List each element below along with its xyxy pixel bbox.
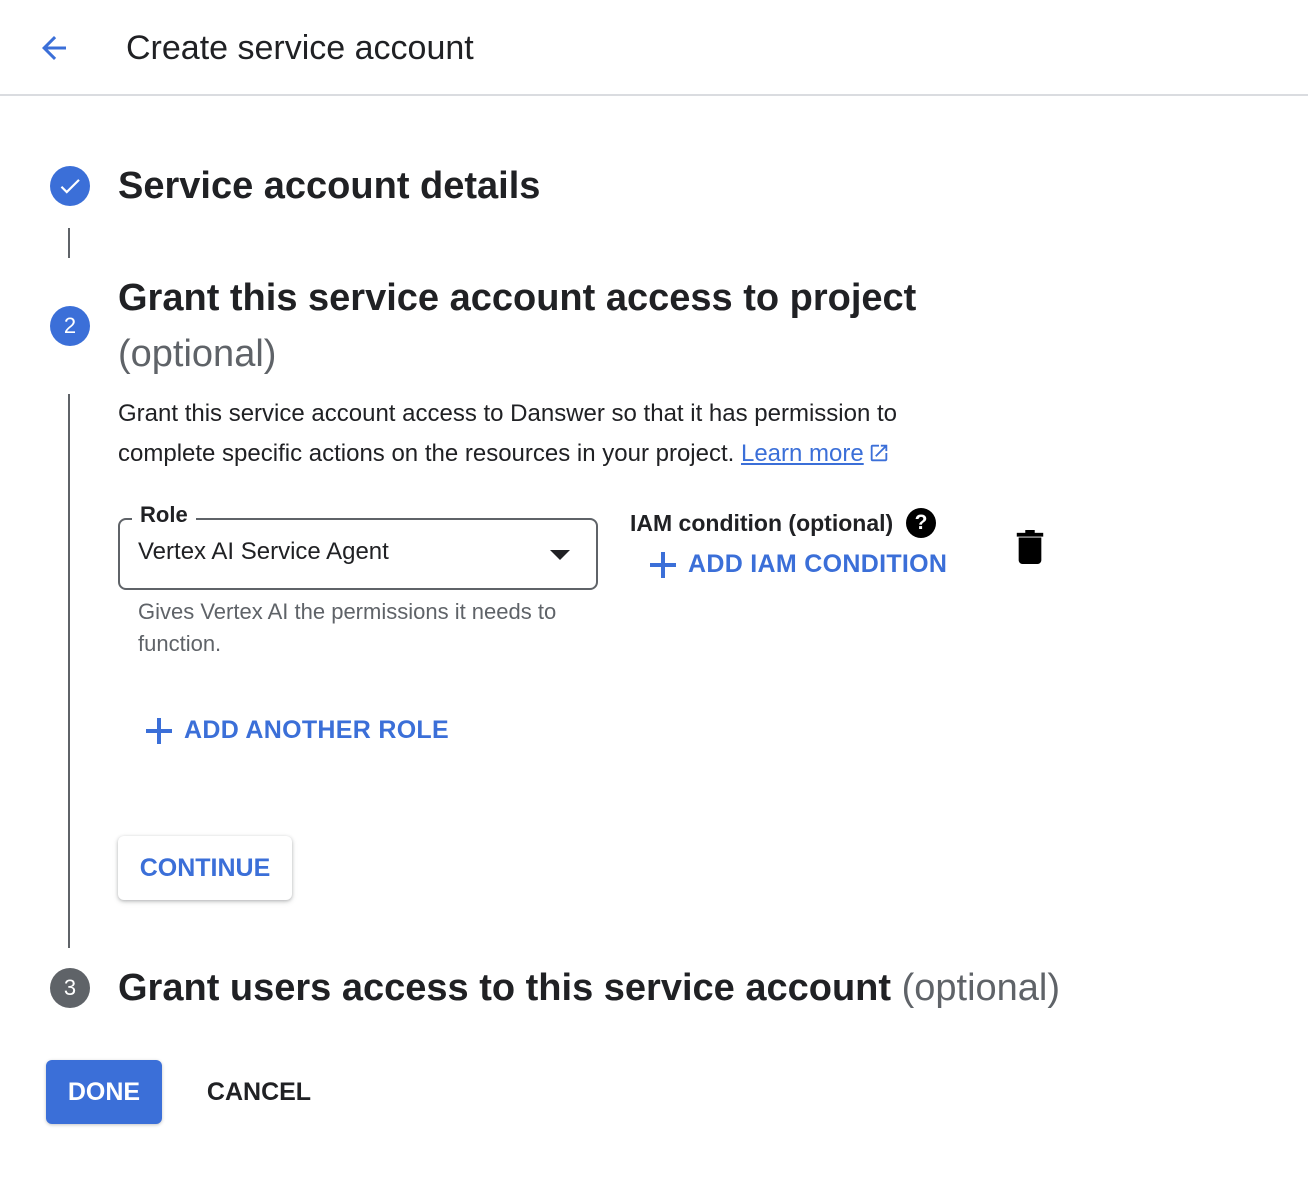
learn-more-label: Learn more bbox=[740, 440, 864, 467]
app-header: Create service account bbox=[0, 0, 1308, 96]
back-button[interactable] bbox=[30, 24, 78, 72]
step3-title[interactable]: Grant users access to this service accou… bbox=[118, 960, 1060, 1016]
add-another-role-button[interactable]: ADD ANOTHER ROLE bbox=[146, 716, 449, 745]
add-iam-condition-label: ADD IAM CONDITION bbox=[688, 550, 948, 578]
dropdown-arrow-icon bbox=[550, 550, 570, 560]
role-select[interactable]: Role Vertex AI Service Agent bbox=[118, 502, 598, 590]
iam-condition-label: IAM condition (optional) bbox=[630, 510, 894, 536]
step2-optional-line: (optional) bbox=[118, 326, 276, 382]
step3-optional: (optional) bbox=[901, 967, 1061, 1009]
step2-optional: (optional) bbox=[118, 333, 277, 375]
step2-number: 2 bbox=[63, 313, 77, 338]
add-iam-condition-button[interactable]: ADD IAM CONDITION bbox=[650, 550, 947, 579]
page-title: Create service account bbox=[126, 29, 474, 67]
step2-description: Grant this service account access to Dan… bbox=[118, 394, 998, 474]
add-another-role-label: ADD ANOTHER ROLE bbox=[184, 716, 449, 744]
step2-title-text: Grant this service account access to pro… bbox=[118, 277, 917, 319]
done-button[interactable]: DONE bbox=[46, 1060, 162, 1124]
role-label: Role bbox=[132, 502, 196, 528]
step-connector bbox=[68, 228, 70, 258]
step2-number-badge: 2 bbox=[50, 306, 90, 346]
check-icon bbox=[60, 179, 80, 194]
delete-icon[interactable] bbox=[1016, 530, 1044, 564]
step2-connector bbox=[68, 394, 70, 948]
step2-title: Grant this service account access to pro… bbox=[118, 270, 916, 326]
continue-button[interactable]: CONTINUE bbox=[118, 836, 292, 900]
learn-more-link[interactable]: Learn more bbox=[741, 440, 864, 467]
step3-number-badge: 3 bbox=[50, 968, 90, 1008]
plus-icon bbox=[146, 717, 172, 744]
plus-icon bbox=[650, 551, 676, 578]
arrow-back-icon bbox=[42, 36, 66, 60]
external-link-icon bbox=[870, 444, 887, 462]
role-help-text: Gives Vertex AI the permissions it needs… bbox=[138, 599, 557, 656]
cancel-button[interactable]: CANCEL bbox=[196, 1060, 322, 1124]
step1-title[interactable]: Service account details bbox=[118, 158, 540, 214]
step3-number: 3 bbox=[63, 975, 77, 1000]
help-icon[interactable]: ? bbox=[906, 508, 936, 538]
step1-check-icon bbox=[50, 166, 90, 206]
role-value: Vertex AI Service Agent bbox=[138, 538, 389, 565]
step3-title-text: Grant users access to this service accou… bbox=[118, 967, 892, 1009]
